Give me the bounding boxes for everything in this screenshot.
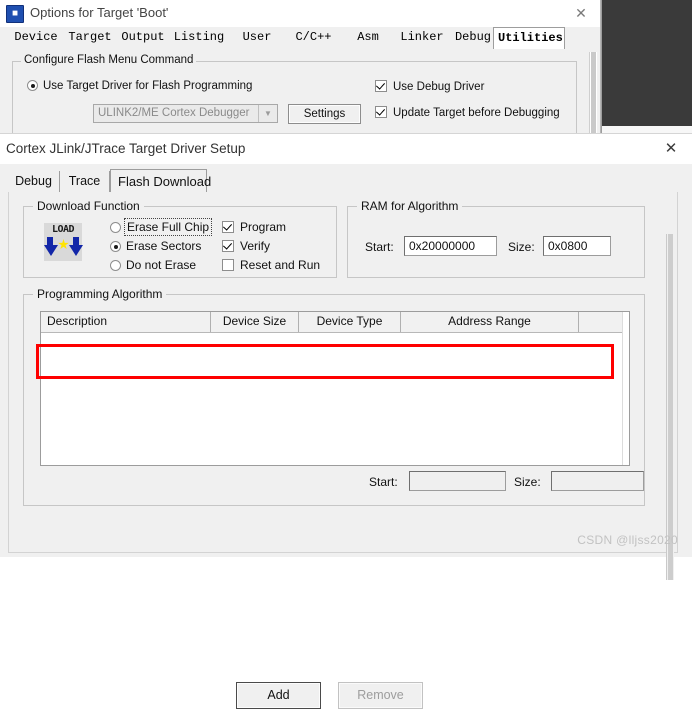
checkbox-program-label: Program bbox=[240, 220, 287, 234]
ram-start-input[interactable]: 0x20000000 bbox=[404, 236, 497, 256]
table-header-row: Description Device Size Device Type Addr… bbox=[41, 312, 629, 333]
debugger-combobox-value: ULINK2/ME Cortex Debugger bbox=[98, 107, 250, 119]
checkbox-icon bbox=[222, 221, 234, 233]
radio-erase-full-chip-label: Erase Full Chip bbox=[123, 218, 213, 236]
radio-do-not-erase[interactable]: Do not Erase bbox=[110, 258, 196, 272]
tab-flash-download[interactable]: Flash Download bbox=[110, 169, 211, 193]
ram-for-algorithm-legend: RAM for Algorithm bbox=[357, 199, 463, 213]
add-button[interactable]: Add bbox=[236, 682, 321, 709]
programming-size-input[interactable] bbox=[551, 471, 644, 491]
download-function-group: Download Function LOAD Erase Full Chip E… bbox=[23, 199, 337, 278]
jlink-dialog-title: Cortex JLink/JTrace Target Driver Setup bbox=[6, 141, 246, 156]
remove-button: Remove bbox=[338, 682, 423, 709]
tab-trace[interactable]: Trace bbox=[60, 171, 110, 192]
jlink-tab-strip: Debug Trace Flash Download bbox=[8, 169, 684, 193]
use-target-driver-label: Use Target Driver for Flash Programming bbox=[43, 80, 253, 92]
checkbox-program[interactable]: Program bbox=[222, 220, 286, 234]
jlink-panel-scrollbar[interactable] bbox=[666, 234, 674, 580]
options-dialog-scrollbar[interactable] bbox=[589, 52, 597, 140]
keil-uvision-icon: ■ bbox=[6, 5, 24, 23]
programming-algorithm-group: Programming Algorithm Description Device… bbox=[23, 287, 645, 506]
empty-row-highlight-annotation bbox=[36, 344, 614, 379]
update-target-label: Update Target before Debugging bbox=[393, 107, 560, 119]
column-header-address-range[interactable]: Address Range bbox=[401, 312, 579, 332]
column-header-device-size[interactable]: Device Size bbox=[211, 312, 299, 332]
debugger-combobox[interactable]: ULINK2/ME Cortex Debugger ▼ bbox=[93, 104, 278, 123]
checkbox-verify-label: Verify bbox=[240, 239, 271, 253]
options-tab-strip: Device Target Output Listing User C/C++ … bbox=[0, 27, 600, 50]
tab-utilities[interactable]: Utilities bbox=[493, 27, 565, 49]
programming-algorithm-table[interactable]: Description Device Size Device Type Addr… bbox=[40, 311, 630, 466]
download-function-legend: Download Function bbox=[33, 199, 144, 213]
programming-size-label: Size: bbox=[514, 475, 541, 489]
radio-erase-sectors-label: Erase Sectors bbox=[126, 239, 202, 253]
jlink-dialog-titlebar: Cortex JLink/JTrace Target Driver Setup … bbox=[0, 134, 692, 164]
programming-start-label: Start: bbox=[369, 475, 398, 489]
ram-size-label: Size: bbox=[508, 240, 535, 254]
radio-icon bbox=[110, 241, 121, 252]
radio-icon bbox=[110, 260, 121, 271]
options-for-target-dialog: ■ Options for Target 'Boot' ✕ Device Tar… bbox=[0, 0, 601, 140]
checkbox-icon bbox=[222, 259, 234, 271]
radio-icon bbox=[27, 80, 38, 91]
checkbox-reset-and-run[interactable]: Reset and Run bbox=[222, 258, 320, 272]
use-target-driver-radio[interactable]: Use Target Driver for Flash Programming bbox=[27, 80, 252, 92]
options-dialog-title: Options for Target 'Boot' bbox=[30, 5, 169, 20]
checkbox-verify[interactable]: Verify bbox=[222, 239, 270, 253]
background-editor-pane bbox=[602, 0, 692, 140]
use-debug-driver-checkbox[interactable]: Use Debug Driver bbox=[375, 80, 484, 93]
radio-erase-full-chip[interactable]: Erase Full Chip bbox=[110, 218, 213, 236]
options-dialog-body: Configure Flash Menu Command Use Target … bbox=[0, 49, 600, 140]
use-debug-driver-label: Use Debug Driver bbox=[393, 81, 485, 93]
configure-flash-menu-group: Configure Flash Menu Command Use Target … bbox=[12, 54, 577, 138]
chevron-down-icon[interactable]: ▼ bbox=[258, 105, 277, 122]
options-dialog-titlebar: ■ Options for Target 'Boot' ✕ bbox=[0, 0, 600, 27]
update-target-checkbox[interactable]: Update Target before Debugging bbox=[375, 106, 560, 119]
tab-user[interactable]: User bbox=[224, 27, 291, 48]
load-icon-text: LOAD bbox=[51, 224, 75, 235]
checkbox-icon bbox=[375, 80, 387, 92]
checkbox-icon bbox=[222, 240, 234, 252]
radio-erase-sectors[interactable]: Erase Sectors bbox=[110, 239, 201, 253]
scrollbar-thumb[interactable] bbox=[668, 234, 673, 580]
close-icon[interactable]: ✕ bbox=[570, 3, 592, 23]
table-vertical-scrollbar[interactable] bbox=[622, 312, 629, 465]
column-header-extra[interactable] bbox=[579, 312, 625, 332]
radio-icon bbox=[110, 222, 121, 233]
close-icon[interactable]: ✕ bbox=[660, 139, 682, 159]
programming-algorithm-legend: Programming Algorithm bbox=[33, 287, 167, 301]
ram-size-input[interactable]: 0x0800 bbox=[543, 236, 611, 256]
checkbox-reset-and-run-label: Reset and Run bbox=[240, 258, 321, 272]
column-header-device-type[interactable]: Device Type bbox=[299, 312, 401, 332]
ram-for-algorithm-group: RAM for Algorithm Start: 0x20000000 Size… bbox=[347, 199, 645, 278]
ram-start-label: Start: bbox=[365, 240, 394, 254]
checkbox-icon bbox=[375, 106, 387, 118]
load-icon: LOAD bbox=[44, 223, 83, 261]
scrollbar-thumb[interactable] bbox=[591, 52, 596, 140]
settings-button[interactable]: Settings bbox=[288, 104, 361, 124]
tab-listing[interactable]: Listing bbox=[166, 27, 233, 48]
column-header-description[interactable]: Description bbox=[41, 312, 211, 332]
watermark: CSDN @lljss2020 bbox=[577, 533, 678, 547]
star-icon bbox=[58, 239, 69, 250]
configure-flash-menu-legend: Configure Flash Menu Command bbox=[21, 54, 197, 66]
tab-debug[interactable]: Debug bbox=[8, 171, 60, 192]
programming-start-input[interactable] bbox=[409, 471, 506, 491]
radio-do-not-erase-label: Do not Erase bbox=[126, 258, 197, 272]
